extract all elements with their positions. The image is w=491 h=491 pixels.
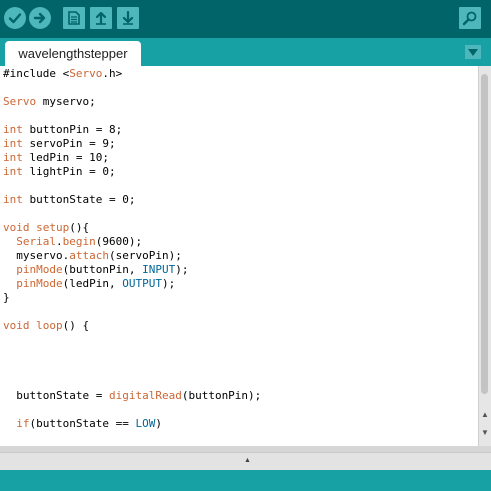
checkmark-icon [8,13,22,24]
tab-wavelengthstepper[interactable]: wavelengthstepper [5,41,141,69]
status-bar [0,470,491,491]
tab-strip: wavelengthstepper [0,38,491,69]
code-line[interactable]: ​ [3,431,479,445]
code-line[interactable]: ​ [3,179,479,193]
new-file-icon [68,11,80,25]
code-line[interactable]: pinMode(buttonPin, INPUT); [3,263,479,277]
code-line[interactable]: buttonState = digitalRead(buttonPin); [3,389,479,403]
scroll-up-arrow-icon[interactable]: ▲ [480,410,490,420]
code-line[interactable]: Serial.begin(9600); [3,235,479,249]
tab-label: wavelengthstepper [18,46,128,61]
magnifier-icon [462,11,477,26]
code-line[interactable]: int buttonPin = 8; [3,123,479,137]
console-splitter[interactable]: ▲ [0,452,491,471]
code-line[interactable]: int ledPin = 10; [3,151,479,165]
code-line[interactable]: int lightPin = 0; [3,165,479,179]
arrow-right-icon [33,12,46,24]
code-line[interactable]: int servoPin = 9; [3,137,479,151]
code-line[interactable]: ​ [3,109,479,123]
scrollbar-thumb[interactable] [481,74,488,394]
open-button[interactable] [90,7,112,29]
verify-button[interactable] [4,7,26,29]
splitter-grip-icon[interactable]: ▲ [244,457,251,464]
triangle-down-icon [468,48,478,56]
code-line[interactable]: } [3,291,479,305]
code-text[interactable]: #include <Servo.h>​Servo myservo;​int bu… [3,67,479,446]
code-line[interactable]: Servo myservo; [3,95,479,109]
code-line[interactable]: ​ [3,403,479,417]
vertical-scrollbar[interactable]: ▲ ▼ [478,66,491,446]
code-line[interactable]: int buttonState = 0; [3,193,479,207]
code-line[interactable]: ​ [3,333,479,347]
toolbar [0,0,491,38]
save-button[interactable] [117,7,139,29]
code-line[interactable]: pinMode(ledPin, OUTPUT); [3,277,479,291]
arrow-down-icon [122,11,134,25]
code-editor[interactable]: #include <Servo.h>​Servo myservo;​int bu… [0,66,491,446]
tab-menu-button[interactable] [465,45,481,59]
arrow-up-icon [95,11,107,25]
code-line[interactable]: if(buttonState == LOW) [3,417,479,431]
upload-button[interactable] [29,7,51,29]
code-line[interactable]: ​ [3,347,479,361]
serial-monitor-button[interactable] [459,7,481,29]
code-line[interactable]: #include <Servo.h> [3,67,479,81]
code-line[interactable]: void loop() { [3,319,479,333]
code-line[interactable]: ​ [3,207,479,221]
code-line[interactable]: void setup(){ [3,221,479,235]
scroll-down-arrow-icon[interactable]: ▼ [480,428,490,438]
code-line[interactable]: ​ [3,375,479,389]
code-line[interactable]: ​ [3,81,479,95]
new-button[interactable] [63,7,85,29]
code-line[interactable]: ​ [3,361,479,375]
code-line[interactable]: ​ [3,305,479,319]
code-line[interactable]: myservo.attach(servoPin); [3,249,479,263]
